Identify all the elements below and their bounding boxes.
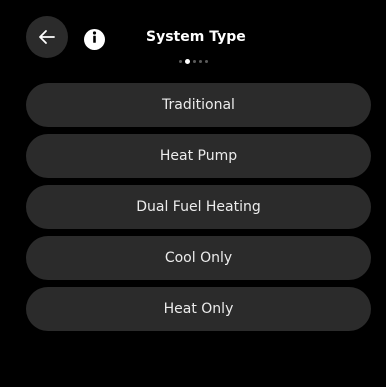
- info-button[interactable]: [84, 29, 105, 50]
- option-cool-only-button[interactable]: Cool Only: [26, 236, 371, 280]
- page-dot: [205, 60, 208, 63]
- page-title: System Type: [146, 29, 246, 45]
- option-dual-fuel-heating-button[interactable]: Dual Fuel Heating: [26, 185, 371, 229]
- option-traditional-button[interactable]: Traditional: [26, 83, 371, 127]
- page-dot: [179, 60, 182, 63]
- page-dot-active: [185, 59, 190, 64]
- page-dot: [199, 60, 202, 63]
- system-type-screen: System Type Traditional Heat Pump Dual F…: [0, 0, 386, 387]
- back-button[interactable]: [26, 16, 68, 58]
- system-type-options: Traditional Heat Pump Dual Fuel Heating …: [26, 83, 371, 338]
- option-heat-pump-button[interactable]: Heat Pump: [26, 134, 371, 178]
- page-dot: [193, 60, 196, 63]
- option-heat-only-button[interactable]: Heat Only: [26, 287, 371, 331]
- page-indicator: [179, 59, 208, 64]
- arrow-left-icon: [37, 27, 57, 47]
- info-icon: [84, 27, 105, 52]
